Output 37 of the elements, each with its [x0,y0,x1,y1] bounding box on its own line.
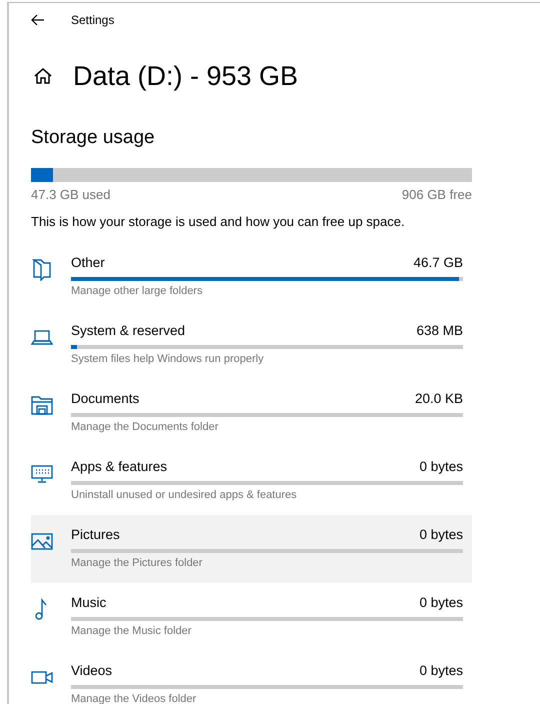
description-text: This is how your storage is used and how you can free up space. [31,214,406,229]
page-title: Data (D:) - 953 GB [73,60,298,92]
window-title: Settings [71,13,114,27]
section-heading: Storage usage [31,127,156,150]
storage-category[interactable]: Other 46.7 GB Manage other large folders [31,243,472,311]
storage-category[interactable]: Videos 0 bytes Manage the Videos folder [31,651,472,704]
category-size: 0 bytes [419,459,463,476]
category-size: 20.0 KB [414,391,463,408]
category-name: Music [71,595,106,612]
used-label: 47.3 GB used [31,187,110,202]
category-hint: Manage the Documents folder [71,421,220,433]
storage-category[interactable]: Apps & features 0 bytes Uninstall unused or undesired apps & features [31,447,472,515]
free-label: 906 GB free [402,187,472,202]
category-name: System & reserved [71,323,186,340]
category-size: 46.7 GB [413,255,463,272]
category-hint: Manage the Pictures folder [71,557,204,569]
category-hint: Uninstall unused or undesired apps & features [71,489,298,501]
category-name: Documents [71,391,140,408]
category-size: 0 bytes [419,595,463,612]
category-hint: Manage the Videos folder [71,693,198,704]
category-name: Videos [71,663,112,680]
category-size: 0 bytes [419,663,463,680]
storage-category[interactable]: Pictures 0 bytes Manage the Pictures folder [31,515,472,583]
storage-category[interactable]: Documents 20.0 KB Manage the Documents folder [31,379,472,447]
home-icon [34,67,52,85]
back-button[interactable] [31,14,45,26]
storage-category[interactable]: System & reserved 638 MB System files help Windows run properly [31,311,472,379]
storage-category[interactable]: Music 0 bytes Manage the Music folder [31,583,472,651]
category-size: 0 bytes [419,527,463,544]
category-size: 638 MB [416,323,463,340]
category-name: Apps & features [71,459,168,476]
category-hint: Manage other large folders [71,285,204,297]
category-name: Other [71,255,105,272]
folder-icon [31,257,53,281]
category-hint: System files help Windows run properly [71,353,265,365]
category-name: Pictures [71,527,120,544]
category-hint: Manage the Music folder [71,625,192,637]
